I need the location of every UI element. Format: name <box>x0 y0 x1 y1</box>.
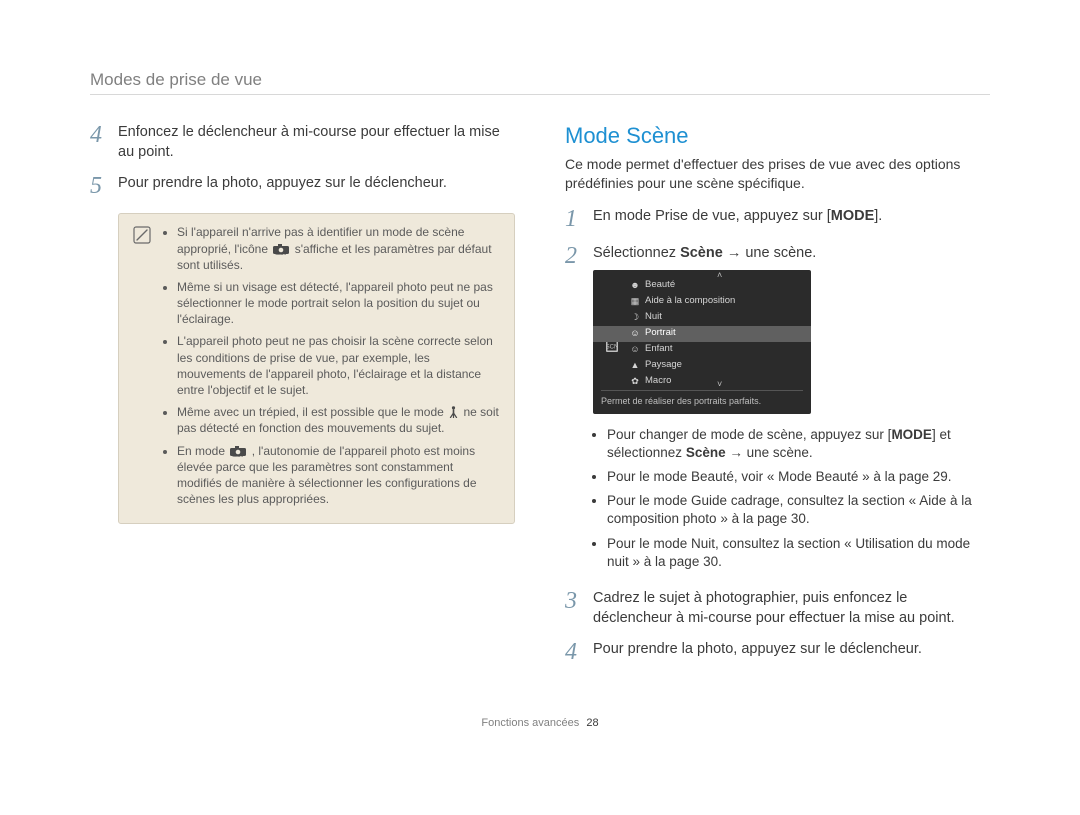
lcd-item-aide: ▦Aide à la composition <box>593 294 811 310</box>
footer-page-number: 28 <box>586 717 598 729</box>
lcd-item-paysage: ▲Paysage <box>593 358 811 374</box>
step-number: 4 <box>90 123 118 162</box>
lcd-item-enfant: ☺Enfant <box>593 342 811 358</box>
footer-section: Fonctions avancées <box>481 717 579 729</box>
note-box: Si l'appareil n'arrive pas à identifier … <box>118 213 515 524</box>
lcd-item-macro: ✿Macro <box>593 374 811 390</box>
face-icon: ☻ <box>629 280 641 292</box>
step2-sublist: Pour changer de mode de scène, appuyez s… <box>593 426 990 572</box>
svg-text:SMART: SMART <box>276 252 287 255</box>
step-text: Cadrez le sujet à photographier, puis en… <box>593 589 990 628</box>
note-item: Même avec un trépied, il est possible qu… <box>177 404 500 436</box>
right-step-2: 2 Sélectionnez Scène → une scène. ˄ SCN … <box>565 244 990 577</box>
smart-camera-icon: SMART <box>273 244 289 255</box>
right-step-4: 4 Pour prendre la photo, appuyez sur le … <box>565 640 990 665</box>
note-item: Si l'appareil n'arrive pas à identifier … <box>177 224 500 273</box>
flower-icon: ✿ <box>629 376 641 388</box>
chevron-down-icon: ˅ <box>717 378 722 390</box>
note-item: En mode SMART , l'autonomie de l'apparei… <box>177 443 500 508</box>
two-columns: 4 Enfoncez le déclencheur à mi-course po… <box>90 123 990 677</box>
note-item: Même si un visage est détecté, l'apparei… <box>177 279 500 328</box>
lcd-item-portrait: ☺Portrait <box>593 326 811 342</box>
step-text: Pour prendre la photo, appuyez sur le dé… <box>593 640 990 665</box>
step-text: Pour prendre la photo, appuyez sur le dé… <box>118 174 515 199</box>
list-item: Pour le mode Guide cadrage, consultez la… <box>607 492 990 528</box>
list-item: Pour le mode Nuit, consultez la section … <box>607 535 990 571</box>
guide-icon: ▦ <box>629 296 641 308</box>
step-number: 4 <box>565 640 593 665</box>
step-text: Enfoncez le déclencheur à mi-course pour… <box>118 123 515 162</box>
child-icon: ☺ <box>629 344 641 356</box>
smart-camera-icon: SMART <box>230 446 246 457</box>
portrait-icon: ☺ <box>629 328 641 340</box>
lcd-item-nuit: ☽Nuit <box>593 310 811 326</box>
tripod-person-icon <box>449 406 458 418</box>
lcd-description: Permet de réaliser des portraits parfait… <box>601 390 803 407</box>
step-number: 5 <box>90 174 118 199</box>
camera-lcd-screenshot: ˄ SCN ☻Beauté ▦Aide à la composition ☽Nu… <box>593 270 811 414</box>
landscape-icon: ▲ <box>629 360 641 372</box>
note-item: L'appareil photo peut ne pas choisir la … <box>177 333 500 398</box>
mode-key-label: MODE <box>831 208 875 224</box>
section-heading: Mode Scène <box>565 123 990 149</box>
page-footer: Fonctions avancées 28 <box>90 717 990 729</box>
step-number: 3 <box>565 589 593 628</box>
left-step-4: 4 Enfoncez le déclencheur à mi-course po… <box>90 123 515 162</box>
lcd-menu: ☻Beauté ▦Aide à la composition ☽Nuit ☺Po… <box>593 278 811 390</box>
left-step-5: 5 Pour prendre la photo, appuyez sur le … <box>90 174 515 199</box>
list-item: Pour changer de mode de scène, appuyez s… <box>607 426 990 462</box>
page: Modes de prise de vue 4 Enfoncez le décl… <box>0 0 1080 759</box>
step-number: 1 <box>565 207 593 232</box>
section-intro: Ce mode permet d'effectuer des prises de… <box>565 155 990 193</box>
moon-icon: ☽ <box>629 312 641 324</box>
step-text: En mode Prise de vue, appuyez sur [MODE]… <box>593 207 990 232</box>
running-head: Modes de prise de vue <box>90 70 990 95</box>
note-list: Si l'appareil n'arrive pas à identifier … <box>163 224 500 513</box>
note-icon <box>133 226 151 244</box>
right-step-3: 3 Cadrez le sujet à photographier, puis … <box>565 589 990 628</box>
lcd-item-beaute: ☻Beauté <box>593 278 811 294</box>
list-item: Pour le mode Beauté, voir « Mode Beauté … <box>607 468 990 486</box>
step-text: Sélectionnez Scène → une scène. ˄ SCN ☻B… <box>593 244 990 577</box>
svg-text:SMART: SMART <box>233 454 244 457</box>
right-column: Mode Scène Ce mode permet d'effectuer de… <box>565 123 990 677</box>
step-number: 2 <box>565 244 593 577</box>
left-column: 4 Enfoncez le déclencheur à mi-course po… <box>90 123 515 677</box>
right-step-1: 1 En mode Prise de vue, appuyez sur [MOD… <box>565 207 990 232</box>
